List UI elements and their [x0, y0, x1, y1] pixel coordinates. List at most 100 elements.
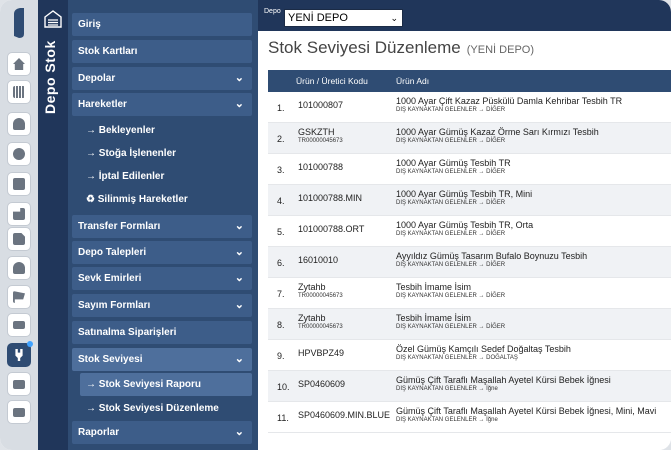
menu-item-transfer-formlari[interactable]: Transfer Formları ⌄: [72, 215, 252, 238]
product-code: 101000807: [298, 100, 344, 110]
plug-icon[interactable]: [7, 343, 31, 367]
book-icon[interactable]: [7, 172, 31, 196]
table-row[interactable]: 2. GSKZTH TR00000045673 1000 Ayar Gümüş …: [268, 123, 671, 154]
users-settings-icon[interactable]: [7, 256, 31, 280]
product-code: 16010010: [298, 255, 339, 265]
product-name: Gümüş Çift Taraflı Maşallah Ayetel Kürsi…: [396, 406, 657, 416]
table-row[interactable]: 1. 101000807 1000 Ayar Çift Kazaz Püskül…: [268, 92, 671, 123]
menu-label: Satınalma Siparişleri: [78, 327, 177, 338]
product-name: 1000 Ayar Gümüş Kazaz Örme Sarı Kırmızı …: [396, 127, 599, 137]
swap-icon[interactable]: [7, 400, 31, 424]
menu-item-depo-talepleri[interactable]: Depo Talepleri ⌄: [72, 241, 252, 264]
product-category: DIŞ KAYNAKTAN GELENLER → İğne: [396, 386, 498, 392]
menu-item-giris[interactable]: Giriş: [72, 13, 252, 36]
menu-item-iptal-edilenler[interactable]: → İptal Edilenler: [80, 165, 252, 188]
menu-item-sayim-formlari[interactable]: Sayım Formları ⌄: [72, 294, 252, 317]
menu-label: ♻ Silinmiş Hareketler: [86, 194, 188, 205]
menu-label: Sayım Formları: [78, 300, 151, 311]
product-name: 1000 Ayar Gümüş Tesbih TR: [396, 158, 511, 168]
column-header-name: Ürün Adı: [396, 76, 430, 86]
table-row[interactable]: 9. HPVBPZ49 Özel Gümüş Kamçılı Sedef Doğ…: [268, 340, 671, 371]
table-row[interactable]: 10. SP0460609 Gümüş Çift Taraflı Maşalla…: [268, 371, 671, 402]
product-name: Özel Gümüş Kamçılı Sedef Doğaltaş Tesbih: [396, 344, 571, 354]
icon-rail: [0, 0, 38, 450]
page-title-text: Stok Seviyesi Düzenleme: [268, 38, 461, 57]
row-number: 11.: [277, 413, 289, 423]
barcode-icon[interactable]: [7, 80, 31, 104]
menu-item-bekleyenler[interactable]: → Bekleyenler: [80, 119, 252, 142]
menu-label: Depolar: [78, 73, 116, 84]
chevron-down-icon: ⌄: [234, 98, 244, 110]
document-icon[interactable]: [7, 227, 31, 251]
menu-item-sevk-emirleri[interactable]: Sevk Emirleri ⌄: [72, 267, 252, 290]
chevron-down-icon: ⌄: [234, 353, 244, 365]
product-code: HPVBPZ49: [298, 348, 345, 358]
product-category: DIŞ KAYNAKTAN GELENLER → DİĞER: [396, 231, 506, 237]
page-title: Stok Seviyesi Düzenleme (YENİ DEPO): [268, 38, 534, 58]
menu-item-stok-seviyesi-raporu[interactable]: → Stok Seviyesi Raporu: [80, 373, 252, 396]
menu-item-satinalma-siparisleri[interactable]: Satınalma Siparişleri: [72, 321, 252, 344]
product-code: SP0460609.MIN.BLUE: [298, 410, 391, 420]
product-name: Tesbih İmame İsim: [396, 313, 472, 323]
table-row[interactable]: 8. Zytahb TR00000045673 Tesbih İmame İsi…: [268, 309, 671, 340]
chevron-down-icon: ⌄: [390, 13, 398, 23]
menu-label: Giriş: [78, 19, 101, 30]
menu-label: → Stok Seviyesi Raporu: [86, 379, 202, 390]
menu-item-stok-seviyesi-duzenleme[interactable]: → Stok Seviyesi Düzenleme: [80, 397, 252, 420]
menu-item-stoga-islenenler[interactable]: → Stoğa İşlenenler: [80, 142, 252, 165]
chevron-down-icon: ⌄: [234, 72, 244, 84]
logo-icon: [14, 8, 24, 38]
product-code: GSKZTH: [298, 127, 335, 137]
menu-label: Hareketler: [78, 99, 127, 110]
table-row[interactable]: 11. SP0460609.MIN.BLUE Gümüş Çift Tarafl…: [268, 402, 671, 433]
menu-label: → İptal Edilenler: [86, 171, 165, 182]
menu-label: Sevk Emirleri: [78, 273, 142, 284]
depo-select[interactable]: YENİ DEPO ⌄: [284, 9, 403, 27]
table-row[interactable]: 3. 101000788 1000 Ayar Gümüş Tesbih TR D…: [268, 154, 671, 185]
row-number: 5.: [277, 227, 285, 237]
table-row[interactable]: 4. 101000788.MIN 1000 Ayar Gümüş Tesbih …: [268, 185, 671, 216]
menu-label: Stok Kartları: [78, 46, 138, 57]
app-window: Depo Stok Giriş Stok Kartları Depolar ⌄ H…: [0, 0, 671, 450]
product-name: 1000 Ayar Çift Kazaz Püskülü Damla Kehri…: [396, 96, 623, 106]
window-icon[interactable]: [7, 372, 31, 396]
column-header-code: Ürün / Üretici Kodu: [296, 76, 368, 86]
menu-item-silinmis-hareketler[interactable]: ♻ Silinmiş Hareketler: [80, 188, 252, 211]
warehouse-icon[interactable]: [44, 10, 62, 28]
menu-item-stok-seviyesi[interactable]: Stok Seviyesi ⌄: [72, 348, 252, 371]
menu-label: → Bekleyenler: [86, 125, 155, 136]
menu-label: Transfer Formları: [78, 221, 161, 232]
cash-icon[interactable]: [7, 313, 31, 337]
cart-icon[interactable]: [7, 285, 31, 309]
product-category: DIŞ KAYNAKTAN GELENLER → DİĞER: [396, 324, 506, 330]
menu-item-depolar[interactable]: Depolar ⌄: [72, 67, 252, 90]
menu-label: Raporlar: [78, 427, 120, 438]
menu-item-hareketler[interactable]: Hareketler ⌄: [72, 93, 252, 116]
product-code: Zytahb: [298, 313, 326, 323]
home-icon[interactable]: [7, 52, 31, 76]
row-number: 7.: [277, 289, 285, 299]
manufacturer-code: TR00000045673: [298, 324, 343, 330]
product-category: DIŞ KAYNAKTAN GELENLER → DİĞER: [396, 169, 506, 175]
user-icon[interactable]: [7, 112, 31, 136]
gear-icon[interactable]: [7, 142, 31, 166]
table-header: Ürün / Üretici Kodu Ürün Adı: [268, 70, 671, 92]
page-subtitle: (YENİ DEPO): [466, 44, 534, 56]
row-number: 10.: [277, 382, 290, 392]
product-category: DIŞ KAYNAKTAN GELENLER → İğne: [396, 417, 498, 423]
table-row[interactable]: 5. 101000788.ORT 1000 Ayar Gümüş Tesbih …: [268, 216, 671, 247]
row-number: 3.: [277, 165, 285, 175]
product-name: Tesbih İmame İsim: [396, 282, 472, 292]
product-code: 101000788.MIN: [298, 193, 363, 203]
product-code: 101000788: [298, 162, 344, 172]
chevron-down-icon: ⌄: [234, 220, 244, 232]
table-row[interactable]: 6. 16010010 Ayyıldız Gümüş Tasarım Bufal…: [268, 247, 671, 278]
depo-label: Depo: [264, 8, 281, 15]
chevron-down-icon: ⌄: [234, 426, 244, 438]
table-row[interactable]: 7. Zytahb TR00000045673 Tesbih İmame İsi…: [268, 278, 671, 309]
menu-label: → Stok Seviyesi Düzenleme: [86, 403, 219, 414]
forklift-icon[interactable]: [7, 202, 31, 226]
menu-item-stok-kartlari[interactable]: Stok Kartları: [72, 40, 252, 63]
menu-item-raporlar[interactable]: Raporlar ⌄: [72, 421, 252, 444]
main-content: Depo YENİ DEPO ⌄ Stok Seviyesi Düzenleme…: [258, 0, 671, 450]
